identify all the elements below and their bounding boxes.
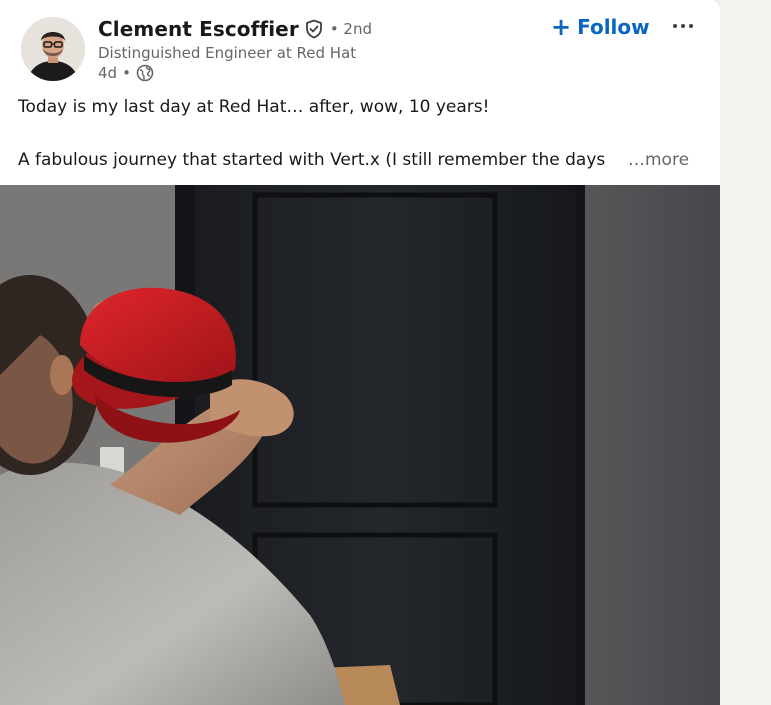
post-text-line: A fabulous journey that started with Ver… [18,150,606,170]
post-image[interactable] [0,185,720,705]
more-options-button[interactable] [667,12,699,40]
author-headline: Distinguished Engineer at Red Hat [98,44,357,62]
post-text-line: Today is my last day at Red Hat… after, … [18,97,490,117]
follow-label: Follow [577,15,650,39]
meta-separator: • [122,64,131,82]
plus-icon: + [551,13,572,41]
post-card: Clement Escoffier • 2nd Distinguished En… [0,0,720,705]
right-rail [720,0,771,705]
author-name[interactable]: Clement Escoffier [98,17,299,41]
author-name-row: Clement Escoffier • 2nd [98,16,372,42]
globe-icon [136,64,154,82]
feed-page: Clement Escoffier • 2nd Distinguished En… [0,0,771,705]
author-avatar[interactable] [21,17,85,81]
connection-degree: • 2nd [329,20,372,38]
post-meta: 4d • [98,63,154,83]
post-time: 4d [98,64,118,82]
follow-button[interactable]: + Follow [551,12,650,42]
ellipsis-icon [673,24,693,28]
see-more-button[interactable]: …more [628,150,689,170]
verified-shield-icon [304,19,324,39]
